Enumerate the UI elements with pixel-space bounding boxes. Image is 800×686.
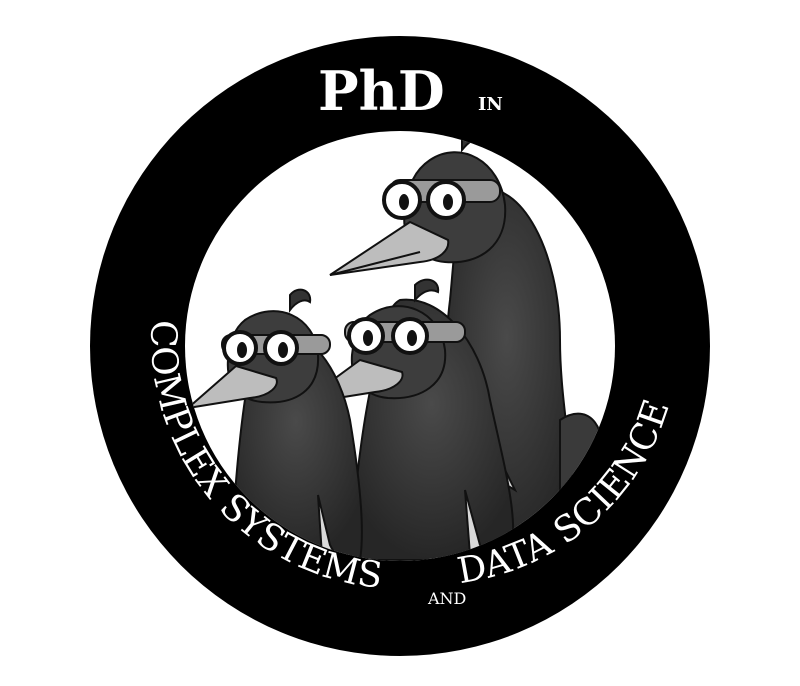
title-phd: PhD [318,59,445,123]
arc-text-and: AND [427,589,466,608]
phd-logo-emblem: PhD IN COMPLEX SYSTEMS AND DATA SCIENCE [90,36,710,656]
title-in: IN [478,94,503,115]
